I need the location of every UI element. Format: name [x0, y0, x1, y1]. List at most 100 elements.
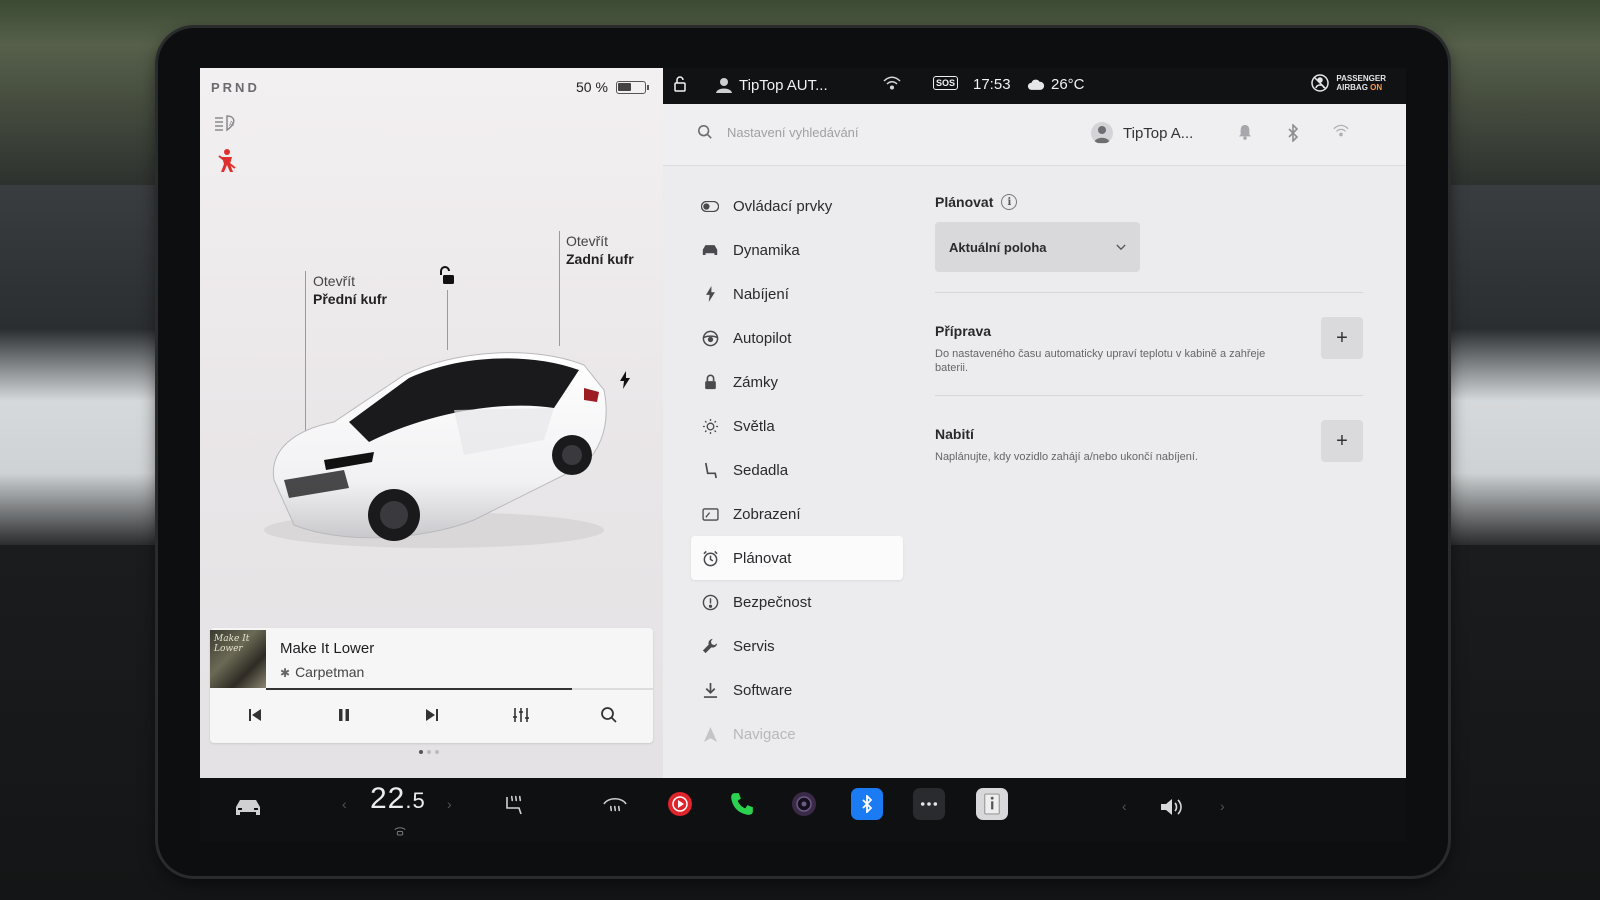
add-charging-button[interactable]: + [1321, 420, 1363, 462]
settings-menu-item[interactable]: Sedadla [691, 448, 903, 492]
navigation-icon [701, 725, 719, 743]
bottom-taskbar: ‹ 22.5 › ‹ › [200, 778, 1406, 842]
airbag-label-line2: AIRBAG [1336, 83, 1368, 92]
wifi-icon[interactable] [1333, 124, 1349, 142]
wrench-icon [701, 637, 719, 655]
rear-trunk-button[interactable]: Otevřít Zadní kufr [566, 232, 634, 268]
volume-increase-icon[interactable]: › [1220, 798, 1225, 814]
manual-app-button[interactable] [976, 788, 1008, 820]
bolt-icon [701, 285, 719, 303]
svg-text:A: A [229, 120, 234, 128]
defrost-icon [603, 797, 627, 812]
status-bar: TipTop AUT... SOS 17:53 26°C PASSENGER AI… [663, 68, 1406, 104]
unlocked-padlock-icon [674, 76, 686, 92]
bluetooth-icon [862, 795, 873, 813]
settings-menu: Ovládací prvky Dynamika Nabíjení Autopilot Z… [691, 184, 903, 756]
charge-port-bolt-icon[interactable] [619, 371, 631, 389]
auto-headlights-icon[interactable]: A [213, 113, 239, 133]
settings-panel: TipTop A... Ovládací prvky Dynamika Nabíje… [663, 104, 1406, 778]
unlock-icon[interactable] [438, 266, 456, 286]
settings-menu-label: Ovládací prvky [733, 197, 833, 215]
settings-menu-label: Sedadla [733, 461, 789, 479]
settings-header: TipTop A... [663, 104, 1406, 166]
next-track-button[interactable] [420, 704, 444, 726]
settings-menu-item[interactable]: Software [691, 668, 903, 712]
location-dropdown-value: Aktuální poloha [949, 239, 1047, 255]
album-art-text: Make It Lower [214, 634, 250, 654]
playback-progress-bar[interactable] [266, 688, 653, 690]
settings-menu-item[interactable]: Zobrazení [691, 492, 903, 536]
settings-search-input[interactable] [727, 124, 987, 140]
airbag-icon [1311, 74, 1330, 92]
settings-menu-item[interactable]: Dynamika [691, 228, 903, 272]
battery-icon [616, 81, 649, 94]
defrost-button[interactable] [600, 792, 630, 820]
cabin-temp-integer: 22 [370, 782, 406, 815]
settings-menu-item[interactable]: Ovládací prvky [691, 184, 903, 228]
user-icon [1094, 126, 1110, 143]
media-app-button[interactable] [664, 788, 696, 820]
cabin-temperature[interactable]: 22.5 [370, 782, 426, 816]
media-search-button[interactable] [597, 704, 621, 726]
settings-menu-item[interactable]: Bezpečnost [691, 580, 903, 624]
settings-menu-label: Plánovat [733, 549, 792, 567]
settings-menu-item[interactable]: Nabíjení [691, 272, 903, 316]
dashboard-right [1440, 185, 1600, 545]
album-art[interactable]: Make It Lower [210, 630, 266, 688]
volume-decrease-icon[interactable]: ‹ [1122, 798, 1127, 814]
user-icon [716, 78, 732, 93]
more-apps-button[interactable] [913, 788, 945, 820]
dashboard-left [0, 185, 160, 545]
volume-button[interactable] [1157, 794, 1187, 820]
settings-menu-item[interactable]: Zámky [691, 360, 903, 404]
settings-profile-button[interactable]: TipTop A... [1091, 122, 1193, 144]
settings-menu-label: Software [733, 681, 793, 699]
rear-trunk-pointer [559, 231, 560, 346]
pause-button[interactable] [332, 704, 356, 726]
media-player: Make It Lower Make It Lower ✱ Carpetman [210, 628, 653, 743]
phone-icon [731, 793, 753, 815]
settings-search[interactable] [697, 124, 987, 140]
settings-menu-item[interactable]: Navigace [691, 712, 903, 756]
search-icon [601, 707, 617, 723]
front-trunk-button[interactable]: Otevřít Přední kufr [313, 272, 387, 308]
preconditioning-row: Příprava Do nastaveného času automaticky… [935, 293, 1363, 395]
display-icon [701, 505, 719, 523]
song-artist-text: Carpetman [295, 664, 365, 680]
glovebox-lock-status[interactable] [673, 76, 689, 92]
car-visualization-panel: PRND 50 % A Otevřít Přední kufr Otevřít … [200, 68, 663, 778]
gear-indicator: PRND [211, 80, 260, 95]
preconditioning-title: Příprava [935, 323, 992, 339]
temp-decrease-icon[interactable]: ‹ [342, 796, 347, 812]
camera-app-button[interactable] [788, 788, 820, 820]
info-icon[interactable]: i [1001, 194, 1018, 210]
car-controls-button[interactable] [230, 794, 266, 822]
seat-icon [701, 461, 719, 479]
charging-description: Naplánujte, kdy vozidlo zahájí a/nebo uk… [935, 451, 1198, 463]
battery-percent: 50 % [576, 79, 608, 95]
settings-menu-label: Zámky [733, 373, 778, 391]
bluetooth-icon[interactable] [1287, 123, 1303, 143]
sos-label: SOS [933, 76, 959, 90]
phone-app-button[interactable] [726, 788, 758, 820]
owners-manual-icon [984, 793, 1000, 815]
notifications-icon[interactable] [1238, 124, 1254, 142]
previous-track-button[interactable] [243, 704, 267, 726]
settings-menu-item[interactable]: Autopilot [691, 316, 903, 360]
front-trunk-action: Otevřít [313, 273, 356, 289]
bluetooth-app-button[interactable] [851, 788, 883, 820]
lock-icon [701, 373, 719, 391]
settings-menu-item[interactable]: Plánovat [691, 536, 903, 580]
settings-menu-item[interactable]: Světla [691, 404, 903, 448]
skip-forward-icon [426, 709, 438, 721]
car-icon [236, 800, 260, 815]
seat-heater-button[interactable] [500, 792, 528, 820]
plus-icon: + [1336, 326, 1348, 349]
add-preconditioning-button[interactable]: + [1321, 317, 1363, 359]
equalizer-button[interactable] [509, 704, 533, 726]
sos-button[interactable]: SOS [933, 76, 959, 90]
location-dropdown[interactable]: Aktuální poloha [935, 222, 1140, 272]
driver-profile-button[interactable]: TipTop AUT... [715, 76, 828, 94]
settings-menu-item[interactable]: Servis [691, 624, 903, 668]
temp-increase-icon[interactable]: › [447, 796, 452, 812]
